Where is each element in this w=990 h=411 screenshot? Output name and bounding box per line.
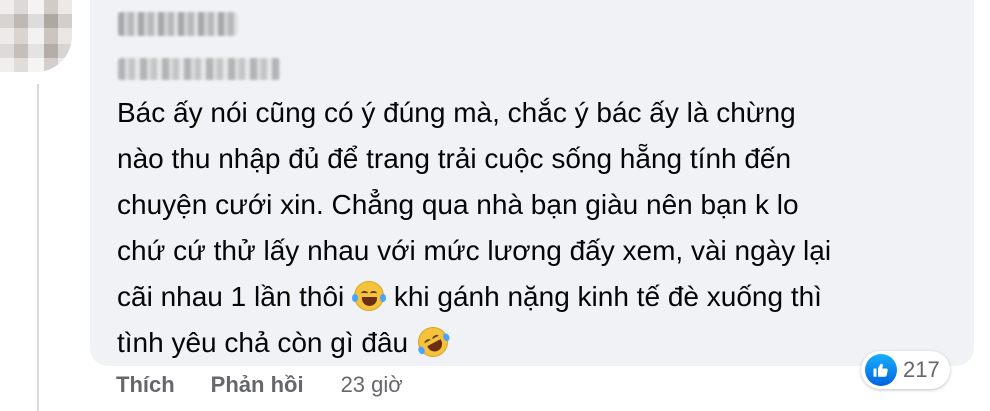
rolling-laughing-emoji [412,321,454,363]
avatar[interactable] [0,0,72,72]
like-button[interactable]: Thích [116,372,175,398]
reply-button[interactable]: Phản hồi [211,372,304,398]
comment-timestamp[interactable]: 23 giờ [341,372,403,398]
reaction-summary[interactable]: 217 [861,351,950,389]
like-icon [865,354,897,386]
comment-line: cãi nhau 1 lần thôi khi gánh nặng kinh t… [117,274,967,320]
comment-line: chứ cứ thử lấy nhau với mức lương đấy xe… [117,235,832,266]
comment-line: chuyện cưới xin. Chẳng qua nhà bạn giàu … [117,189,799,220]
thread-line [37,84,39,411]
comment-line: Bác ấy nói cũng có ý đúng mà, chắc ý bác… [117,97,796,128]
commenter-subtitle-blurred [118,58,280,80]
comment-line-part: khi gánh nặng kinh tế đè xuống thì [386,281,822,312]
reaction-count: 217 [903,357,940,382]
comment-line-part: tình yêu chả còn gì đâu [117,327,416,358]
comment-line: tình yêu chả còn gì đâu [117,320,967,366]
comment-text: Bác ấy nói cũng có ý đúng mà, chắc ý bác… [117,90,967,366]
comment-actions: Thích Phản hồi 23 giờ [116,372,403,398]
comment-line-part: cãi nhau 1 lần thôi [117,281,353,312]
commenter-name-blurred[interactable] [118,12,238,36]
comment-line: nào thu nhập đủ để trang trải cuộc sống … [117,143,792,174]
crying-laughing-emoji [352,281,387,311]
